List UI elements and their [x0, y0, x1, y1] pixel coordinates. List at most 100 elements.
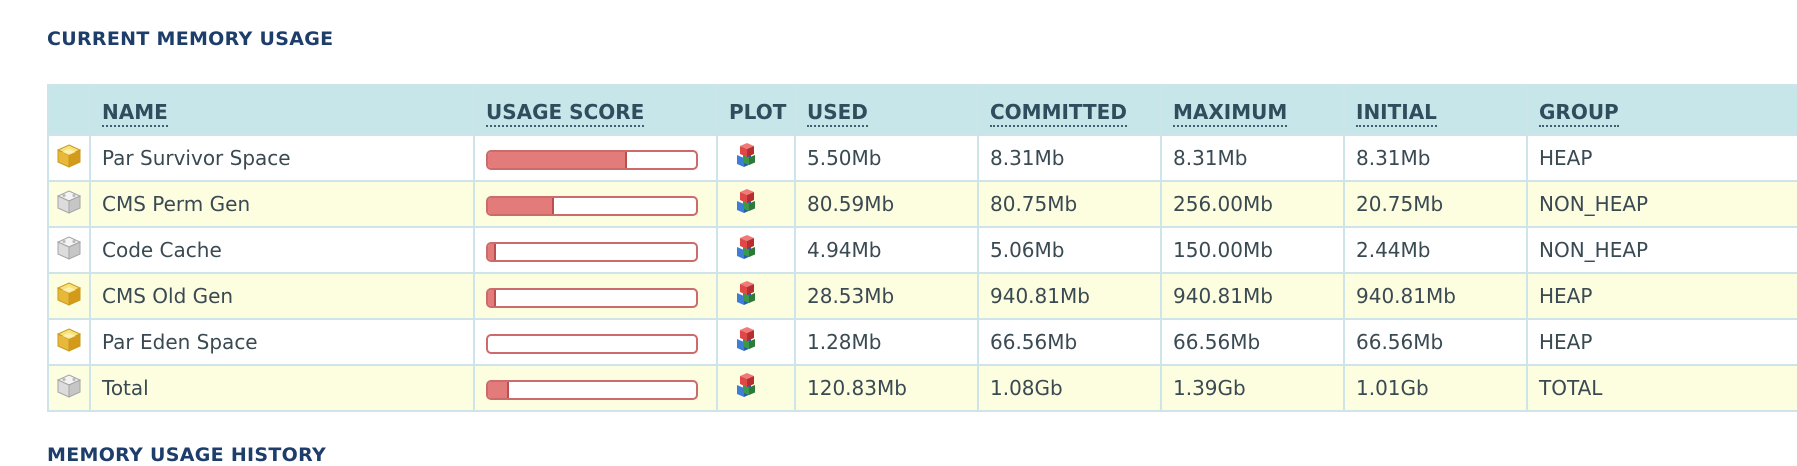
- group-value: TOTAL: [1526, 364, 1797, 412]
- pool-name: CMS Old Gen: [89, 272, 475, 320]
- plot-header-label: PLOT: [729, 100, 787, 124]
- plot-cell: [716, 180, 796, 228]
- usage-score-bar-fill: [488, 151, 628, 168]
- table-row: CMS Old Gen 28.53Mb 940.81Mb 940.81Mb 940.81…: [47, 272, 1797, 320]
- pool-icon-cell: [47, 226, 91, 274]
- plot-chart-icon[interactable]: [729, 372, 759, 405]
- usage-score-bar-fill: [488, 243, 497, 260]
- usage-score-cell: [473, 272, 718, 320]
- plot-cell: [716, 272, 796, 320]
- committed-value: 5.06Mb: [977, 226, 1162, 274]
- heap-pool-icon: [55, 280, 83, 313]
- usage-score-cell: [473, 180, 718, 228]
- icon-column-header: [47, 84, 91, 136]
- heap-pool-icon: [55, 326, 83, 359]
- usage-score-bar: [486, 149, 698, 170]
- initial-value: 66.56Mb: [1343, 318, 1528, 366]
- used-value: 28.53Mb: [794, 272, 979, 320]
- table-row: Code Cache 4.94Mb 5.06Mb 150.00Mb 2.44Mb NON_…: [47, 226, 1797, 274]
- used-value: 5.50Mb: [794, 134, 979, 182]
- plot-cell: [716, 226, 796, 274]
- committed-value: 80.75Mb: [977, 180, 1162, 228]
- column-header-name[interactable]: NAME: [89, 84, 475, 136]
- plot-cell: [716, 134, 796, 182]
- memory-usage-table: NAME USAGE SCORE PLOT USED COMMITTED MAX…: [47, 84, 1797, 412]
- pool-icon-cell: [47, 272, 91, 320]
- initial-value: 1.01Gb: [1343, 364, 1528, 412]
- maximum-value: 66.56Mb: [1160, 318, 1345, 366]
- usage-score-bar: [486, 241, 698, 262]
- table-row: CMS Perm Gen 80.59Mb 80.75Mb 256.00Mb 20.75M…: [47, 180, 1797, 228]
- column-header-used[interactable]: USED: [794, 84, 979, 136]
- column-header-maximum[interactable]: MAXIMUM: [1160, 84, 1345, 136]
- sort-usage-score-link[interactable]: USAGE SCORE: [486, 100, 645, 127]
- sort-committed-link[interactable]: COMMITTED: [990, 100, 1127, 127]
- usage-score-bar-fill: [488, 197, 555, 214]
- maximum-value: 1.39Gb: [1160, 364, 1345, 412]
- next-section-title: MEMORY USAGE HISTORY: [47, 444, 327, 466]
- plot-cell: [716, 364, 796, 412]
- initial-value: 2.44Mb: [1343, 226, 1528, 274]
- pool-name: Total: [89, 364, 475, 412]
- group-value: HEAP: [1526, 318, 1797, 366]
- pool-icon-cell: [47, 180, 91, 228]
- column-header-group[interactable]: GROUP: [1526, 84, 1797, 136]
- heap-pool-icon: [55, 142, 83, 175]
- usage-score-bar: [486, 333, 698, 354]
- table-row: Par Eden Space 1.28Mb 66.56Mb 66.56Mb 66.56M…: [47, 318, 1797, 366]
- non-heap-pool-icon: [55, 372, 83, 405]
- maximum-value: 940.81Mb: [1160, 272, 1345, 320]
- group-value: NON_HEAP: [1526, 180, 1797, 228]
- plot-chart-icon[interactable]: [729, 280, 759, 313]
- committed-value: 1.08Gb: [977, 364, 1162, 412]
- sort-maximum-link[interactable]: MAXIMUM: [1173, 100, 1288, 127]
- usage-score-cell: [473, 226, 718, 274]
- usage-score-bar: [486, 287, 698, 308]
- used-value: 120.83Mb: [794, 364, 979, 412]
- used-value: 1.28Mb: [794, 318, 979, 366]
- group-value: NON_HEAP: [1526, 226, 1797, 274]
- committed-value: 66.56Mb: [977, 318, 1162, 366]
- pool-icon-cell: [47, 318, 91, 366]
- initial-value: 8.31Mb: [1343, 134, 1528, 182]
- group-value: HEAP: [1526, 272, 1797, 320]
- plot-cell: [716, 318, 796, 366]
- pool-name: Par Survivor Space: [89, 134, 475, 182]
- pool-name: Code Cache: [89, 226, 475, 274]
- sort-group-link[interactable]: GROUP: [1539, 100, 1619, 127]
- column-header-plot: PLOT: [716, 84, 796, 136]
- usage-score-cell: [473, 318, 718, 366]
- used-value: 80.59Mb: [794, 180, 979, 228]
- pool-icon-cell: [47, 134, 91, 182]
- usage-score-cell: [473, 134, 718, 182]
- pool-name: Par Eden Space: [89, 318, 475, 366]
- column-header-initial[interactable]: INITIAL: [1343, 84, 1528, 136]
- sort-name-link[interactable]: NAME: [102, 100, 168, 127]
- initial-value: 20.75Mb: [1343, 180, 1528, 228]
- plot-chart-icon[interactable]: [729, 326, 759, 359]
- usage-score-bar-fill: [488, 381, 509, 398]
- usage-score-bar-fill: [488, 289, 497, 306]
- column-header-committed[interactable]: COMMITTED: [977, 84, 1162, 136]
- pool-icon-cell: [47, 364, 91, 412]
- sort-used-link[interactable]: USED: [807, 100, 868, 127]
- committed-value: 940.81Mb: [977, 272, 1162, 320]
- usage-score-bar: [486, 379, 698, 400]
- maximum-value: 150.00Mb: [1160, 226, 1345, 274]
- committed-value: 8.31Mb: [977, 134, 1162, 182]
- plot-chart-icon[interactable]: [729, 234, 759, 267]
- usage-score-cell: [473, 364, 718, 412]
- table-row: Total 120.83Mb 1.08Gb 1.39Gb 1.01Gb TOTAL: [47, 364, 1797, 412]
- non-heap-pool-icon: [55, 188, 83, 221]
- table-header-row: NAME USAGE SCORE PLOT USED COMMITTED MAX…: [47, 84, 1797, 136]
- initial-value: 940.81Mb: [1343, 272, 1528, 320]
- plot-chart-icon[interactable]: [729, 142, 759, 175]
- maximum-value: 8.31Mb: [1160, 134, 1345, 182]
- sort-initial-link[interactable]: INITIAL: [1356, 100, 1437, 127]
- used-value: 4.94Mb: [794, 226, 979, 274]
- section-title: CURRENT MEMORY USAGE: [47, 28, 334, 50]
- plot-chart-icon[interactable]: [729, 188, 759, 221]
- maximum-value: 256.00Mb: [1160, 180, 1345, 228]
- usage-score-bar: [486, 195, 698, 216]
- column-header-usage-score[interactable]: USAGE SCORE: [473, 84, 718, 136]
